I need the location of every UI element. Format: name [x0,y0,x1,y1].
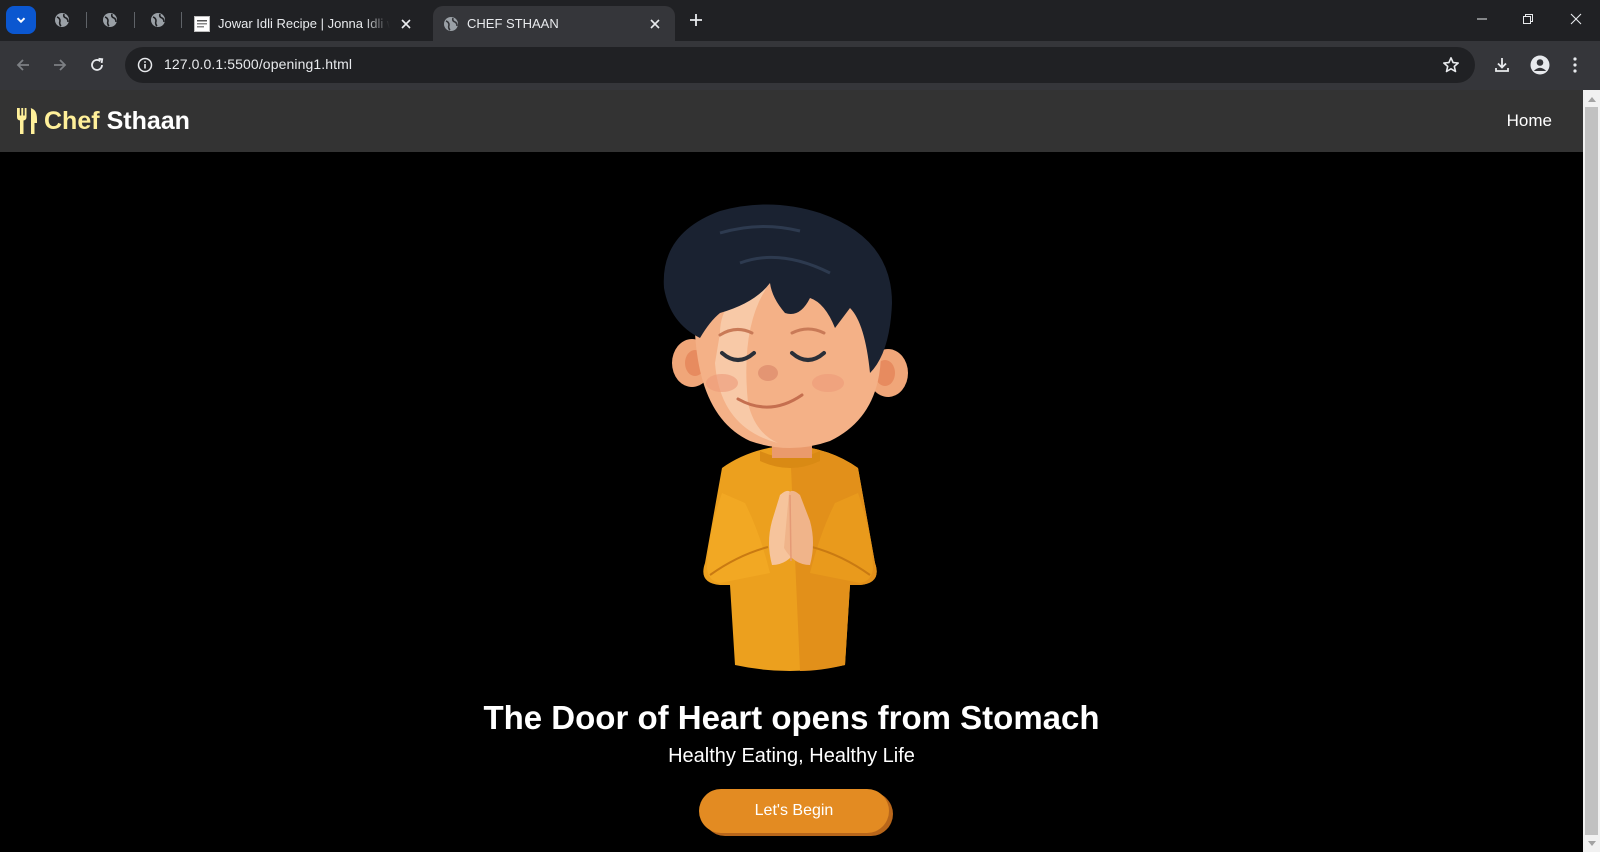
downloads-button[interactable] [1488,51,1516,79]
page-viewport: Chef Sthaan Home The Door of Heart opens… [0,90,1583,852]
profile-icon [1530,55,1550,75]
bookmark-star-icon[interactable] [1439,53,1463,77]
globe-icon [443,16,459,32]
tab-separator [86,12,87,28]
close-icon [1570,13,1582,25]
url-text: 127.0.0.1:5500/opening1.html [164,56,353,72]
utensils-icon [17,108,37,134]
lets-begin-button[interactable]: Let's Begin [699,789,889,833]
pinned-tab-1[interactable] [50,8,74,32]
tab-chef-sthaan[interactable]: CHEF STHAAN [433,6,675,41]
scroll-down-arrow-icon[interactable] [1583,835,1600,852]
restore-icon [1523,14,1533,24]
tab-title: Jowar Idli Recipe | Jonna Idli with [218,16,390,31]
site-info-icon[interactable] [133,53,157,77]
close-window-button[interactable] [1553,0,1599,38]
globe-icon [151,13,165,27]
more-vertical-icon [1573,57,1577,73]
address-bar[interactable]: 127.0.0.1:5500/opening1.html [125,47,1475,83]
brand-first-word: Chef [44,106,100,135]
arrow-left-icon [16,59,29,71]
tab-search-button[interactable] [6,6,36,34]
globe-icon [103,13,117,27]
nav-home-link[interactable]: Home [1507,111,1552,131]
tab-separator [181,12,182,28]
chevron-down-icon [16,17,26,24]
arrow-right-icon [54,59,67,71]
scrollbar-thumb[interactable] [1585,107,1598,835]
page-scrollbar[interactable] [1583,90,1600,852]
globe-icon [55,13,69,27]
minimize-icon [1477,18,1487,20]
brand-logo[interactable]: Chef Sthaan [16,104,190,138]
recipe-site-favicon [194,15,210,32]
pinned-tab-3[interactable] [146,8,170,32]
scroll-up-arrow-icon[interactable] [1583,90,1600,107]
tab-strip: Jowar Idli Recipe | Jonna Idli with CHEF… [0,0,1600,41]
hero-subheadline: Healthy Eating, Healthy Life [668,745,915,767]
reload-button[interactable] [83,51,111,79]
browser-toolbar: 127.0.0.1:5500/opening1.html [0,41,1600,90]
minimize-button[interactable] [1459,0,1505,38]
praying-chef-boy-illustration [663,204,908,671]
back-button[interactable] [9,51,37,79]
reload-icon [91,57,104,71]
forward-button[interactable] [46,51,74,79]
brand-second-word: Sthaan [106,106,190,135]
tab-separator [134,12,135,28]
profile-button[interactable] [1526,51,1554,79]
tab-title: CHEF STHAAN [467,16,559,31]
pinned-tab-2[interactable] [98,8,122,32]
restore-button[interactable] [1505,0,1551,38]
tab-jowar-idli[interactable]: Jowar Idli Recipe | Jonna Idli with [186,6,426,41]
plus-icon [690,14,702,26]
download-icon [1495,58,1509,72]
new-tab-button[interactable] [684,8,708,32]
menu-button[interactable] [1564,51,1586,79]
hero-headline: The Door of Heart opens from Stomach [483,699,1100,736]
site-header: Chef Sthaan Home [0,90,1583,152]
close-icon[interactable] [396,14,416,34]
close-icon[interactable] [645,14,665,34]
